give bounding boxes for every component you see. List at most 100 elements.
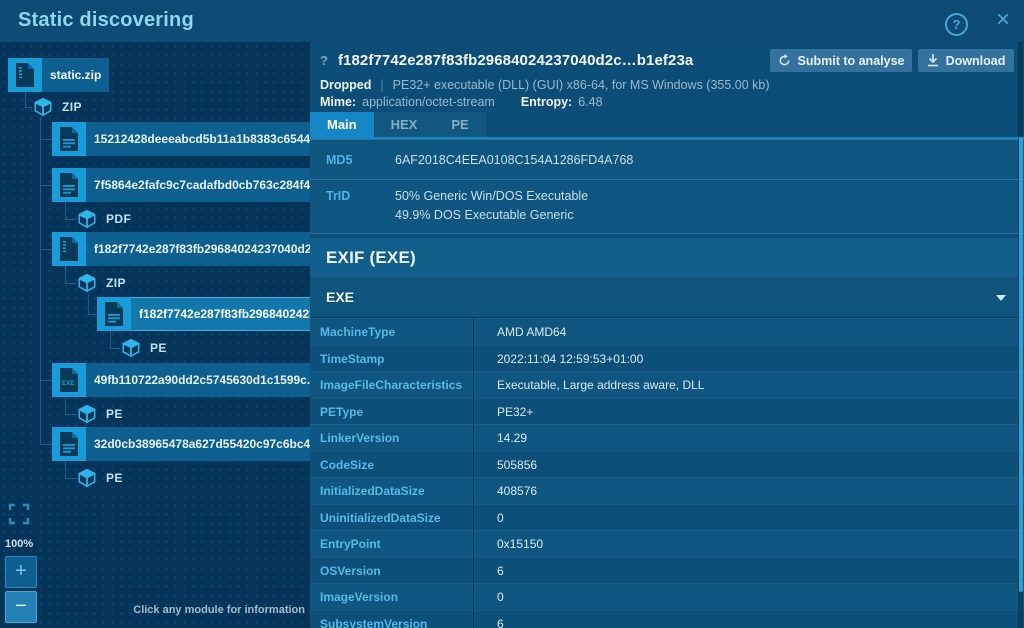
trid-label: TrID — [326, 189, 395, 222]
svg-text:EXE: EXE — [62, 380, 74, 387]
tab-hex[interactable]: HEX — [374, 112, 435, 137]
tree-connector — [65, 219, 76, 220]
exif-value: 6 — [497, 617, 504, 628]
tree-node-file[interactable]: 7f5864e2fafc9c7cadafbd0cb763c284f4fa — [52, 168, 310, 202]
tree-node-file[interactable]: 15212428deeeabcd5b11a1b8383c65447 — [52, 122, 310, 156]
module-tree-panel: static.zip ZIP 15212428deeeabcd5b11a1b83… — [0, 42, 310, 628]
exif-value: Executable, Large address aware, DLL — [497, 378, 704, 392]
exif-value: 408576 — [497, 484, 537, 498]
exif-value: PE32+ — [497, 405, 533, 419]
trid-value: 49.9% DOS Executable Generic — [395, 208, 588, 222]
download-icon — [927, 54, 939, 67]
tree-connector — [88, 294, 89, 314]
tree-node-format-pe[interactable]: PE — [120, 337, 167, 359]
module-cube-icon — [76, 208, 98, 230]
tree-node-format-pdf[interactable]: PDF — [76, 208, 131, 230]
module-cube-icon — [120, 337, 142, 359]
tree-connector — [40, 118, 41, 444]
tree-node-format-pe[interactable]: PE — [76, 467, 123, 489]
resubmit-icon — [778, 54, 791, 67]
detail-title-row: ? f182f7742e287f83fb29684024237040d2c…b1… — [320, 52, 693, 69]
document-icon — [52, 122, 86, 156]
help-icon[interactable]: ? — [945, 13, 968, 36]
tree-node-file-selected[interactable]: f182f7742e287f83fb2968402423 — [97, 297, 310, 331]
exif-value: AMD AMD64 — [497, 325, 566, 339]
tree-node-format-zip[interactable]: ZIP — [32, 96, 82, 118]
scrollbar-thumb[interactable] — [1019, 137, 1023, 592]
exif-value: 0 — [497, 590, 504, 604]
exif-key: MachineType — [320, 325, 483, 339]
exif-key: InitializedDataSize — [320, 484, 483, 498]
tree-node-file[interactable]: f182f7742e287f83fb29684024237040d2c — [52, 232, 310, 266]
tree-node-label: ZIP — [62, 100, 82, 114]
titlebar: Static discovering ? × — [0, 0, 1024, 42]
zoom-level: 100% — [5, 538, 33, 550]
md5-row: MD5 6AF2018C4EEA0108C154A1286FD4A768 — [310, 139, 1024, 179]
exif-value: 0 — [497, 511, 504, 525]
tree-node-label: 7f5864e2fafc9c7cadafbd0cb763c284f4fa — [86, 168, 310, 202]
submit-to-analyse-button[interactable]: Submit to analyse — [770, 49, 912, 72]
table-row: MachineType AMD AMD64 — [310, 318, 1024, 345]
exif-key: LinkerVersion — [320, 431, 483, 445]
file-meta-line: Dropped | PE32+ executable (DLL) (GUI) x… — [320, 78, 770, 92]
download-label: Download — [946, 54, 1006, 68]
md5-value: 6AF2018C4EEA0108C154A1286FD4A768 — [395, 153, 633, 167]
divider: | — [380, 78, 383, 92]
file-type-text: PE32+ executable (DLL) (GUI) x86-64, for… — [393, 78, 770, 92]
table-row: CodeSize 505856 — [310, 451, 1024, 478]
table-row: ImageFileCharacteristics Executable, Lar… — [310, 371, 1024, 398]
tree-node-format-zip[interactable]: ZIP — [76, 272, 126, 294]
question-icon[interactable]: ? — [320, 53, 328, 68]
tree-node-label: f182f7742e287f83fb29684024237040d2c — [86, 232, 310, 266]
download-button[interactable]: Download — [918, 49, 1014, 72]
tree-node-label: static.zip — [42, 58, 109, 92]
tree-node-label: 15212428deeeabcd5b11a1b8383c65447 — [86, 122, 310, 156]
zip-file-icon — [8, 58, 42, 92]
trid-value: 50% Generic Win/DOS Executable — [395, 189, 588, 203]
zoom-in-button[interactable]: + — [5, 556, 37, 588]
tree-connector — [40, 249, 52, 250]
document-icon — [52, 168, 86, 202]
table-row: PEType PE32+ — [310, 398, 1024, 425]
tree-connector — [65, 414, 76, 415]
exif-value: 14.29 — [497, 431, 527, 445]
tree-connector — [88, 314, 97, 315]
zoom-out-button[interactable]: − — [5, 591, 37, 623]
tree-connector — [25, 107, 32, 108]
tree-connector — [65, 478, 76, 479]
chevron-down-icon — [996, 295, 1006, 301]
entropy-value: 6.48 — [578, 95, 602, 109]
tree-node-file[interactable]: EXE 49fb110722a90dd2c5745630d1c1599c.b — [52, 363, 310, 397]
table-column-divider — [473, 318, 474, 628]
tree-connector — [65, 461, 66, 478]
detail-tabs: Main HEX PE — [310, 112, 486, 137]
table-row: InitializedDataSize 408576 — [310, 477, 1024, 504]
exif-key: TimeStamp — [320, 352, 483, 366]
fullscreen-icon[interactable] — [8, 503, 30, 525]
tree-node-file[interactable]: 32d0cb38965478a627d55420c97c6bc4a — [52, 427, 310, 461]
zip-file-icon — [52, 232, 86, 266]
entropy-label: Entropy: — [521, 95, 572, 109]
tree-connector — [65, 266, 66, 283]
table-row: SubsystemVersion 6 — [310, 610, 1024, 628]
tree-node-root-archive[interactable]: static.zip — [8, 58, 109, 92]
tab-main[interactable]: Main — [310, 112, 374, 137]
tree-node-label: PE — [106, 407, 123, 421]
close-icon[interactable]: × — [996, 10, 1010, 30]
exe-group-title: EXE — [326, 289, 354, 305]
module-cube-icon — [32, 96, 54, 118]
exe-group-toggle[interactable]: EXE — [310, 277, 1024, 318]
exif-key: CodeSize — [320, 458, 483, 472]
origin-badge: Dropped — [320, 78, 371, 92]
tab-pe[interactable]: PE — [434, 112, 485, 137]
tree-connector — [25, 92, 26, 107]
tree-node-format-pe[interactable]: PE — [76, 403, 123, 425]
exe-file-icon: EXE — [52, 363, 86, 397]
tree-connector — [40, 139, 52, 140]
module-cube-icon — [76, 467, 98, 489]
tree-connector — [110, 331, 111, 348]
exif-key: ImageVersion — [320, 590, 483, 604]
tree-node-label: 49fb110722a90dd2c5745630d1c1599c.b — [86, 363, 310, 397]
exif-key: UninitializedDataSize — [320, 511, 483, 525]
table-row: EntryPoint 0x15150 — [310, 530, 1024, 557]
